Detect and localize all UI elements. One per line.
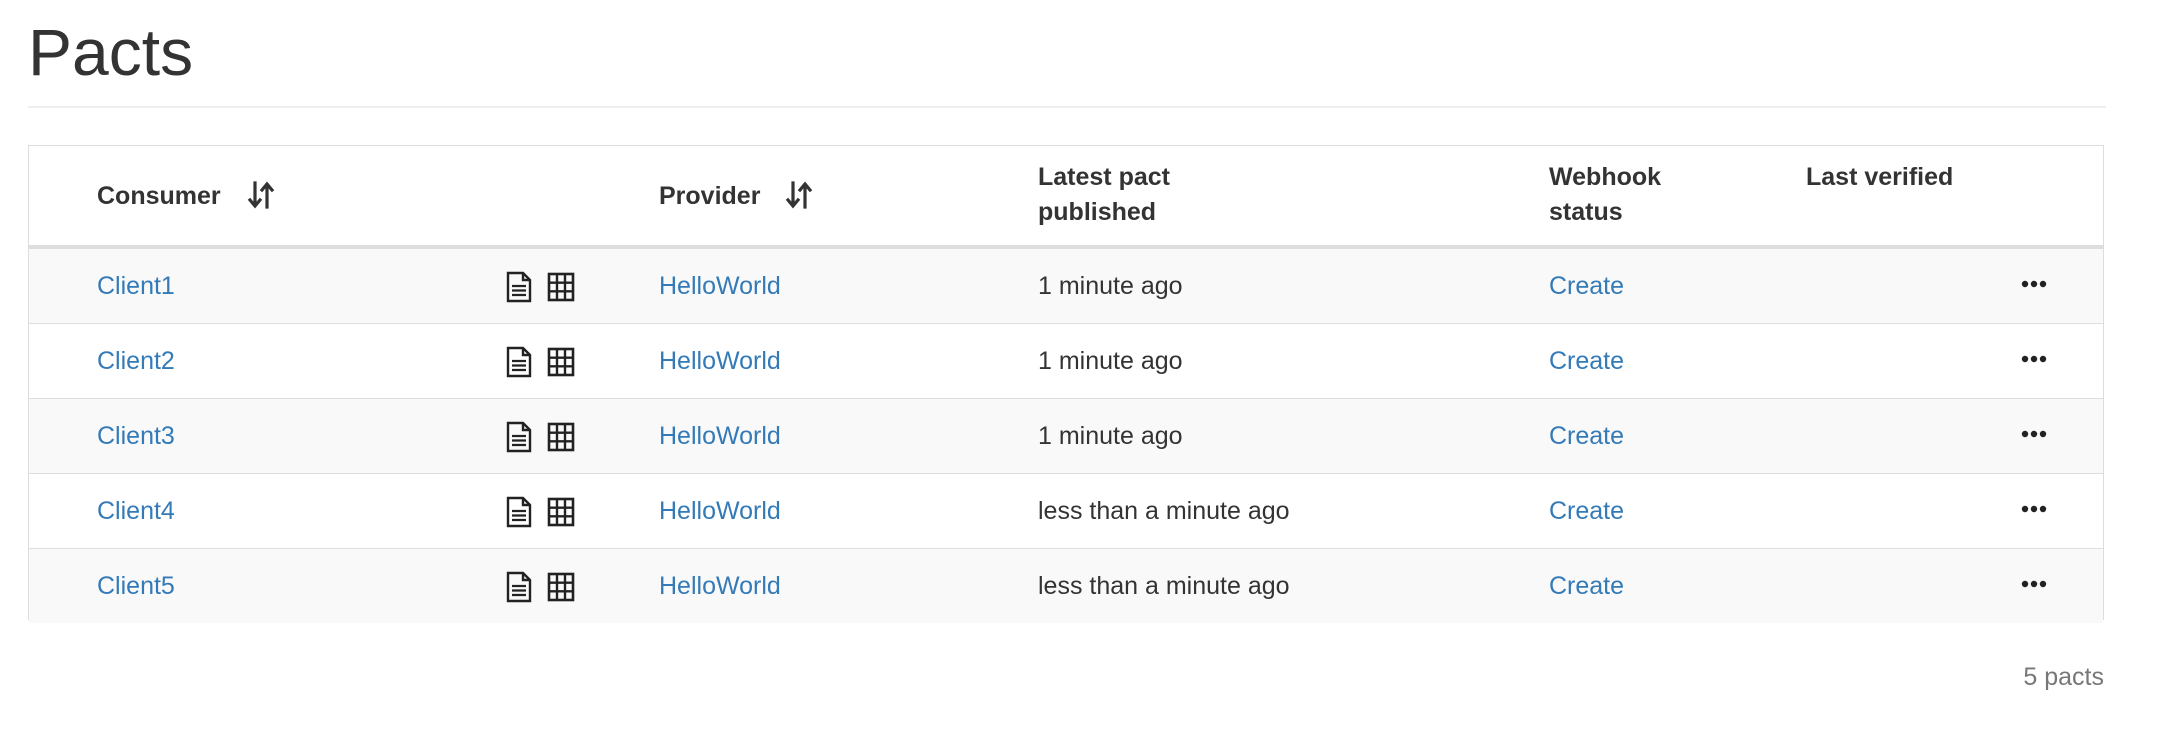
table-row: Client3 HelloWorld 1 minute ago Create — [29, 398, 2103, 473]
consumer-link[interactable]: Client2 — [97, 324, 175, 398]
create-webhook-link[interactable]: Create — [1549, 549, 1624, 623]
table-row: Client4 HelloWorld less than a minute ag… — [29, 473, 2103, 548]
table-row: Client5 HelloWorld less than a minute ag… — [29, 548, 2103, 623]
create-webhook-link[interactable]: Create — [1549, 324, 1624, 398]
pact-actions — [504, 571, 576, 605]
provider-link[interactable]: HelloWorld — [659, 399, 781, 473]
document-icon[interactable] — [504, 571, 534, 603]
more-options-icon[interactable] — [2019, 424, 2049, 444]
create-webhook-link[interactable]: Create — [1549, 474, 1624, 548]
header-latest-pact-published: Latest pact published — [1038, 163, 1170, 226]
published-time: 1 minute ago — [1038, 272, 1183, 300]
pact-actions — [504, 496, 576, 530]
more-options-icon[interactable] — [2019, 574, 2049, 594]
provider-link[interactable]: HelloWorld — [659, 549, 781, 623]
document-icon[interactable] — [504, 421, 534, 453]
pacts-table: Consumer Provider Latest pact published … — [28, 145, 2104, 623]
page-title: Pacts — [28, 15, 194, 89]
title-divider — [28, 106, 2106, 108]
document-icon[interactable] — [504, 346, 534, 378]
published-time: less than a minute ago — [1038, 497, 1290, 525]
consumer-link[interactable]: Client3 — [97, 399, 175, 473]
matrix-grid-icon[interactable] — [546, 346, 576, 378]
pact-actions — [504, 421, 576, 455]
more-options-icon[interactable] — [2019, 349, 2049, 369]
more-options-icon[interactable] — [2019, 499, 2049, 519]
table-header: Consumer Provider Latest pact published … — [29, 146, 2103, 248]
more-options-icon[interactable] — [2019, 274, 2049, 294]
sort-arrows-icon[interactable] — [247, 180, 275, 210]
table-row: Client2 HelloWorld 1 minute ago Create — [29, 323, 2103, 398]
consumer-link[interactable]: Client5 — [97, 549, 175, 623]
pact-actions — [504, 346, 576, 380]
header-consumer: Consumer — [97, 182, 221, 210]
pact-count: 5 pacts — [2023, 663, 2104, 691]
create-webhook-link[interactable]: Create — [1549, 249, 1624, 323]
provider-link[interactable]: HelloWorld — [659, 324, 781, 398]
matrix-grid-icon[interactable] — [546, 496, 576, 528]
published-time: less than a minute ago — [1038, 572, 1290, 600]
header-provider: Provider — [659, 182, 761, 210]
provider-link[interactable]: HelloWorld — [659, 474, 781, 548]
matrix-grid-icon[interactable] — [546, 421, 576, 453]
create-webhook-link[interactable]: Create — [1549, 399, 1624, 473]
header-last-verified: Last verified — [1806, 163, 1954, 191]
published-time: 1 minute ago — [1038, 347, 1183, 375]
consumer-link[interactable]: Client4 — [97, 474, 175, 548]
pact-actions — [504, 271, 576, 305]
sort-arrows-icon[interactable] — [785, 180, 813, 210]
header-webhook-status: Webhook status — [1549, 163, 1662, 226]
document-icon[interactable] — [504, 271, 534, 303]
pacts-page: Pacts Consumer Provider Latest pact publ… — [0, 0, 2182, 742]
provider-link[interactable]: HelloWorld — [659, 249, 781, 323]
published-time: 1 minute ago — [1038, 422, 1183, 450]
document-icon[interactable] — [504, 496, 534, 528]
table-row: Client1 HelloWorld 1 minute ago Create — [29, 248, 2103, 323]
matrix-grid-icon[interactable] — [546, 271, 576, 303]
consumer-link[interactable]: Client1 — [97, 249, 175, 323]
matrix-grid-icon[interactable] — [546, 571, 576, 603]
